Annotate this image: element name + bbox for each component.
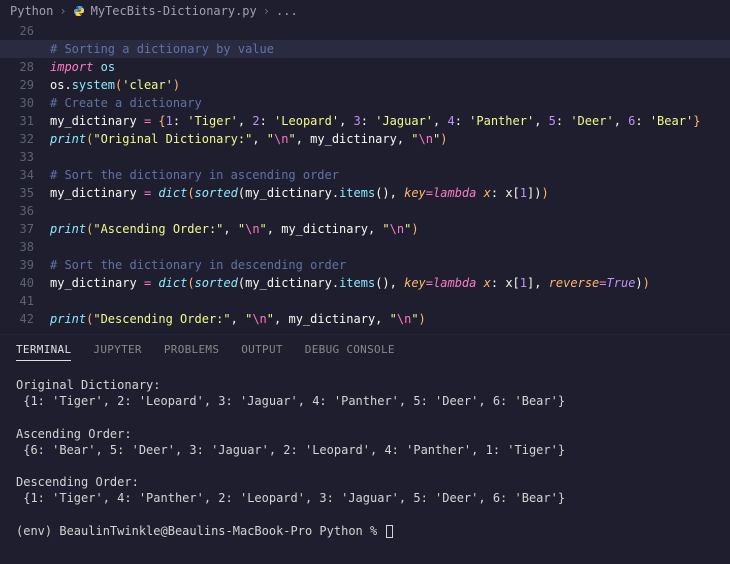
code-area[interactable]: # Sorting a dictionary by value import o…	[48, 22, 730, 328]
chevron-right-icon: ›	[59, 4, 66, 18]
breadcrumb: Python › MyTecBits-Dictionary.py › ...	[0, 0, 730, 22]
panel-tabs: TERMINAL JUPYTER PROBLEMS OUTPUT DEBUG C…	[0, 334, 730, 367]
code-comment: # Sorting a dictionary by value	[50, 42, 274, 56]
tab-problems[interactable]: PROBLEMS	[164, 343, 219, 361]
tab-jupyter[interactable]: JUPYTER	[93, 343, 141, 361]
breadcrumb-more[interactable]: ...	[276, 4, 298, 18]
terminal-line: {6: 'Bear', 5: 'Deer', 3: 'Jaguar', 2: '…	[16, 443, 572, 457]
breadcrumb-file[interactable]: MyTecBits-Dictionary.py	[91, 4, 257, 18]
terminal[interactable]: Original Dictionary: {1: 'Tiger', 2: 'Le…	[0, 367, 730, 549]
chevron-right-icon: ›	[263, 4, 270, 18]
tab-terminal[interactable]: TERMINAL	[16, 343, 71, 361]
terminal-line: Original Dictionary:	[16, 378, 161, 392]
terminal-prompt: (env) BeaulinTwinkle@Beaulins-MacBook-Pr…	[16, 524, 384, 538]
python-icon	[73, 5, 85, 17]
terminal-line: Descending Order:	[16, 475, 139, 489]
tab-debug-console[interactable]: DEBUG CONSOLE	[305, 343, 395, 361]
code-editor[interactable]: 2627282930313233343536373839404142 # Sor…	[0, 22, 730, 328]
tab-output[interactable]: OUTPUT	[241, 343, 283, 361]
terminal-line: Ascending Order:	[16, 427, 132, 441]
terminal-line: {1: 'Tiger', 2: 'Leopard', 3: 'Jaguar', …	[16, 394, 572, 408]
breadcrumb-root[interactable]: Python	[10, 4, 53, 18]
line-gutter: 2627282930313233343536373839404142	[0, 22, 48, 328]
cursor-icon	[386, 525, 393, 538]
terminal-line: {1: 'Tiger', 4: 'Panther', 2: 'Leopard',…	[16, 491, 572, 505]
